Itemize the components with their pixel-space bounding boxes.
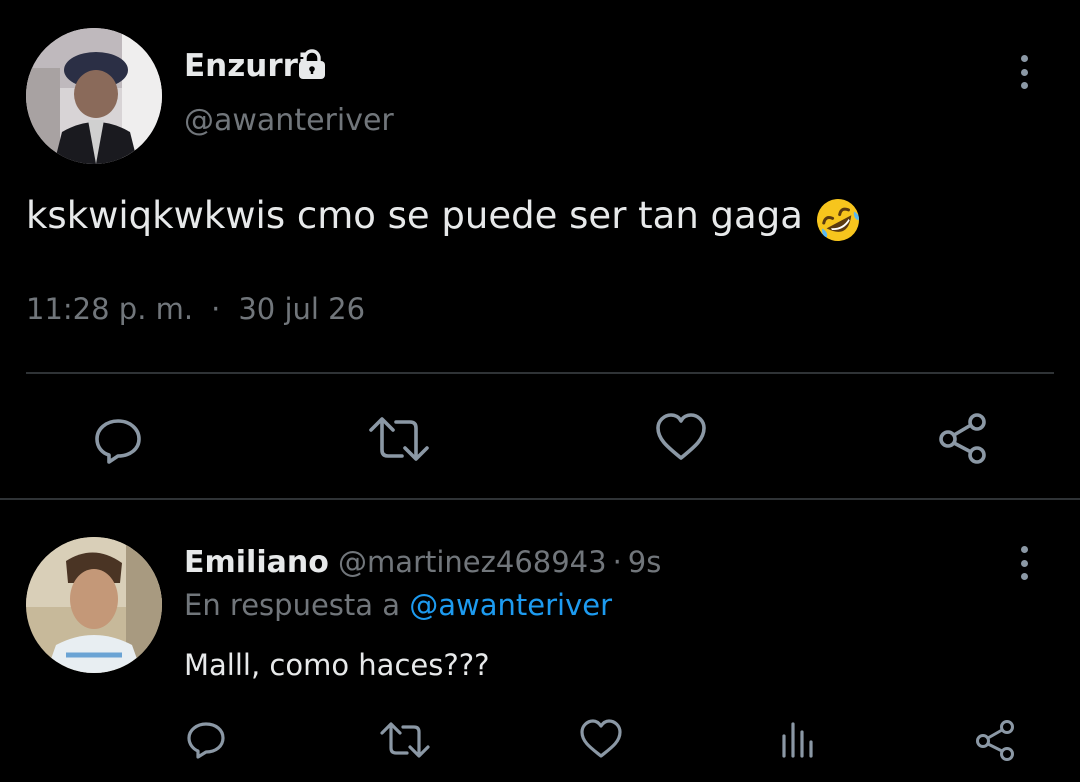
share-icon[interactable] <box>974 719 1016 761</box>
tweet-timestamp: 11:28 p. m. · 30 jul 26 <box>26 292 365 326</box>
like-icon[interactable] <box>580 719 622 759</box>
share-icon[interactable] <box>937 412 989 464</box>
reply-icon[interactable] <box>186 719 226 759</box>
retweet-icon[interactable] <box>380 721 430 759</box>
reply-icon[interactable] <box>93 414 143 464</box>
author-name[interactable]: Enzurri <box>184 48 309 84</box>
more-options-icon[interactable] <box>1019 55 1029 89</box>
replying-to: En respuesta a @awanteriver <box>184 588 612 622</box>
reply-author-handle[interactable]: @martinez468943 <box>338 545 607 579</box>
divider <box>26 372 1054 374</box>
author-avatar[interactable] <box>26 28 162 164</box>
tweet-time: 11:28 p. m. <box>26 292 194 326</box>
more-options-icon[interactable] <box>1019 546 1029 580</box>
tweet-date: 30 jul 26 <box>238 292 366 326</box>
reply-author-avatar[interactable] <box>26 537 162 673</box>
reply-header: Emiliano @martinez468943 · 9s <box>184 545 661 580</box>
like-icon[interactable] <box>655 412 707 462</box>
divider <box>0 498 1080 500</box>
reply-separator: · <box>612 545 622 579</box>
author-handle[interactable]: @awanteriver <box>184 103 394 138</box>
replying-to-handle[interactable]: @awanteriver <box>409 588 612 622</box>
rolling-on-floor-laughing-emoji <box>814 196 862 244</box>
reply-time: 9s <box>627 545 662 579</box>
tweet-text: kskwiqkwkwis cmo se puede ser tan gaga <box>26 194 803 237</box>
replying-to-label: En respuesta a <box>184 588 401 622</box>
retweet-icon[interactable] <box>368 414 430 464</box>
reply-author-name[interactable]: Emiliano <box>184 545 329 580</box>
lock-icon <box>296 49 328 81</box>
meta-separator: · <box>211 292 221 326</box>
reply-text: Malll, como haces??? <box>184 648 490 682</box>
stats-icon[interactable] <box>778 720 816 758</box>
